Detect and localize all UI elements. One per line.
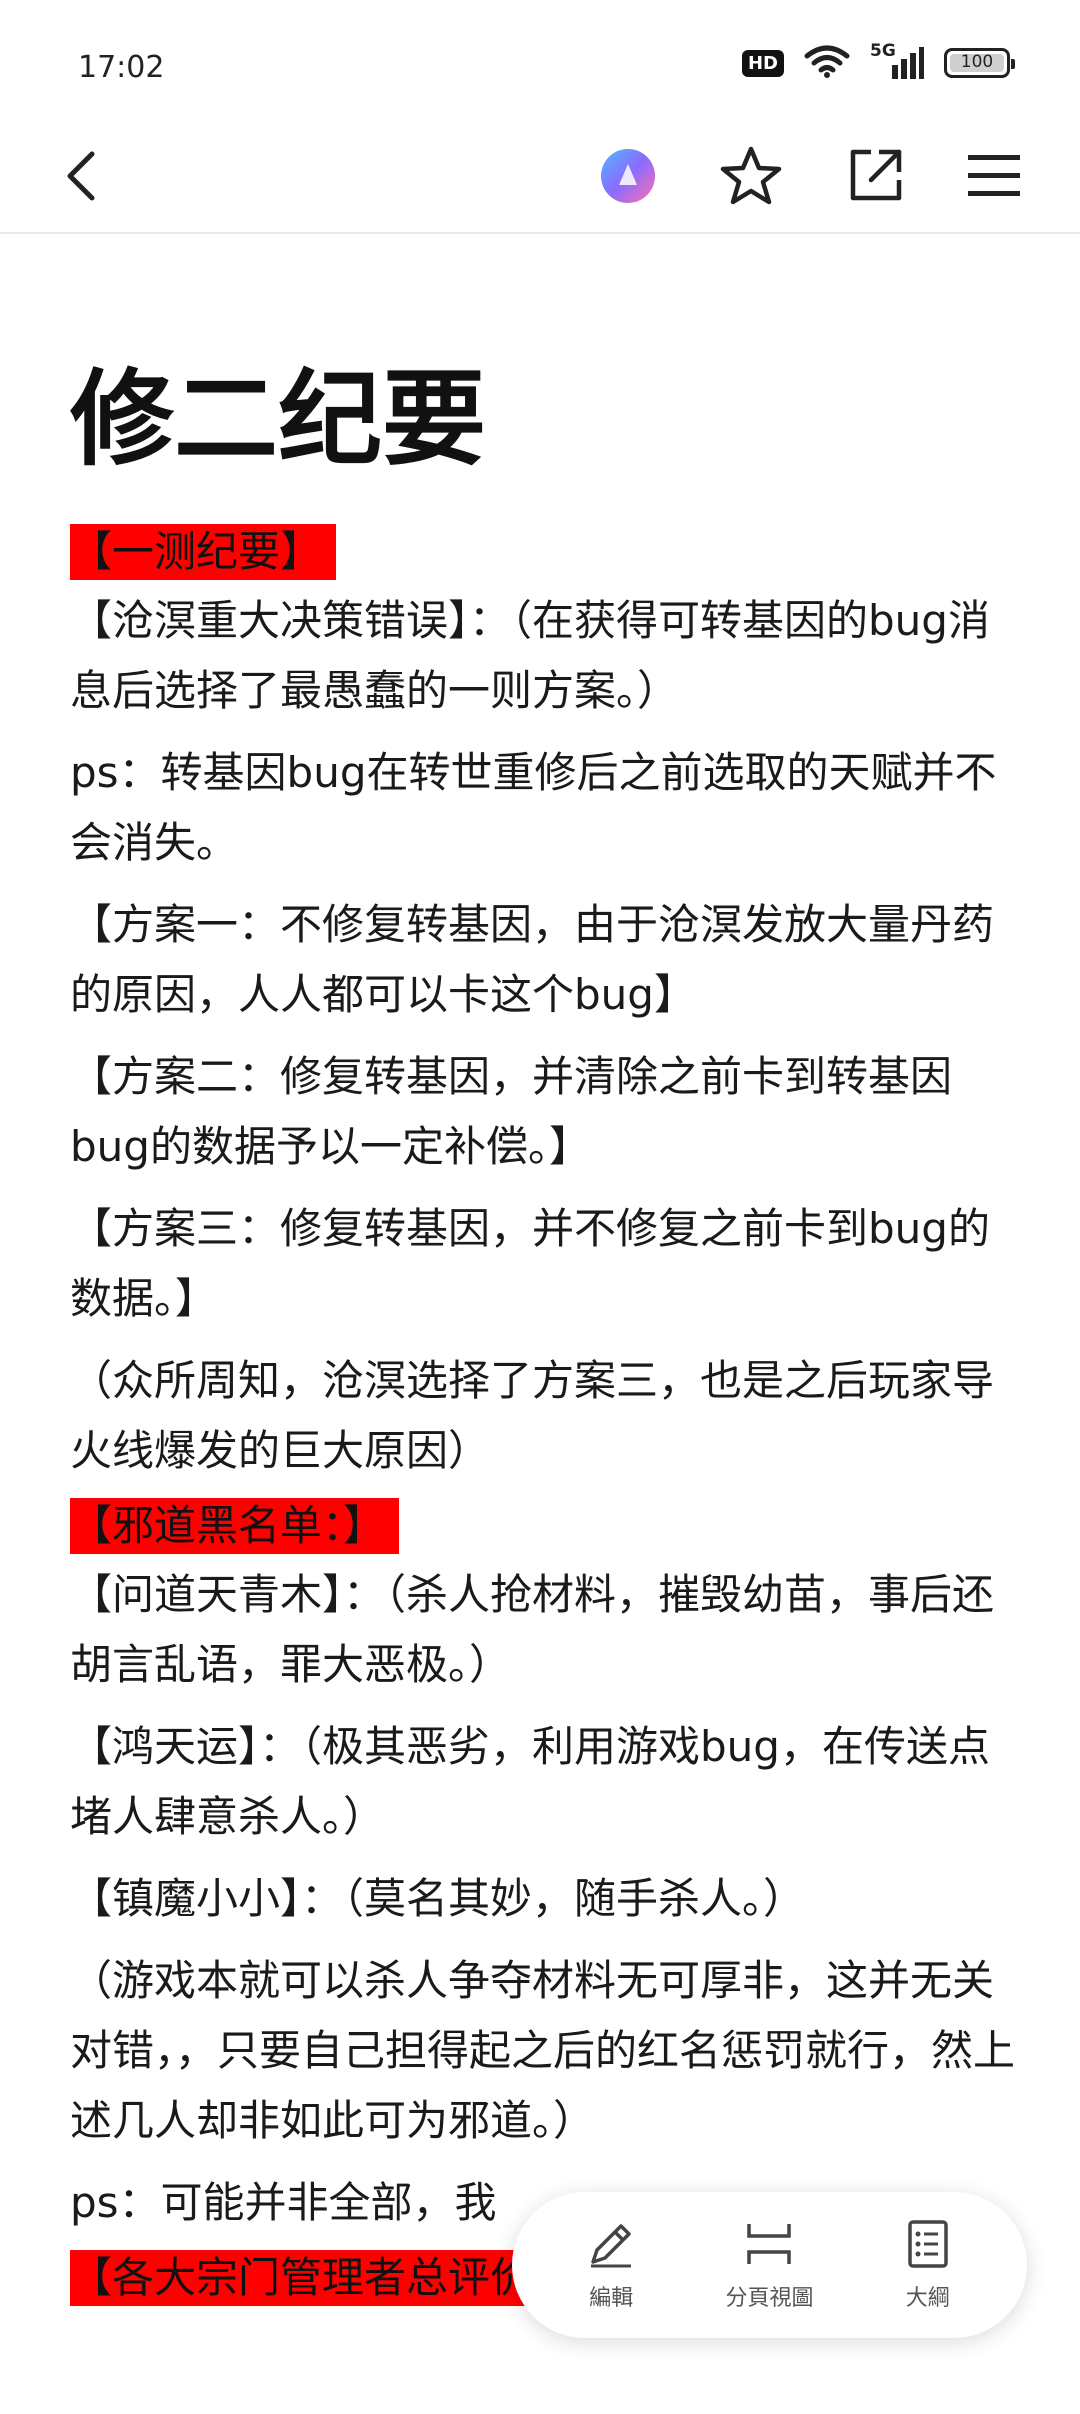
edit-button[interactable]: 編輯 [541, 2218, 681, 2312]
cellular-signal-icon: 5G [870, 41, 924, 81]
back-button[interactable] [50, 120, 110, 232]
wifi-icon [804, 44, 850, 82]
nav-bar [0, 120, 1080, 234]
paragraph: 【沧溟重大决策错误】：（在获得可转基因的bug消息后选择了最愚蠢的一则方案。） [70, 596, 990, 716]
status-icons: HD 5G 100 [741, 41, 1015, 82]
battery-icon: 100 [944, 48, 1015, 78]
paragraph: （游戏本就可以杀人争夺材料无可厚非，这并无关对错，，只要自己担得起之后的红名惩罚… [70, 1956, 1016, 2146]
split-view-icon [747, 2224, 792, 2264]
outline-label: 大綱 [905, 2286, 950, 2311]
page-title: 修二纪要 [70, 358, 487, 480]
paragraph: 【方案二：修复转基因，并清除之前卡到转基因bug的数据予以一定补偿。】 [70, 1052, 953, 1172]
pencil-icon [591, 2224, 632, 2268]
split-view-button[interactable]: 分頁視圖 [699, 2218, 839, 2312]
paragraph: 【问道天青木】：（杀人抢材料，摧毁幼苗，事后还胡言乱语，罪大恶极。） [70, 1570, 995, 1690]
paragraph: （众所周知，沧溟选择了方案三，也是之后玩家导火线爆发的巨大原因） [70, 1356, 995, 1476]
external-link-icon [850, 149, 902, 201]
section-heading-wrap: 【一测纪要】 [70, 524, 1020, 586]
paragraph: 【方案一：不修复转基因，由于沧溟发放大量丹药的原因，人人都可以卡这个bug】 [70, 900, 995, 1020]
chevron-left-icon [67, 151, 95, 201]
outline-list-icon [908, 2220, 948, 2268]
favorite-button[interactable] [716, 120, 786, 232]
article: 修二纪要 【一测纪要】【沧溟重大决策错误】：（在获得可转基因的bug消息后选择了… [70, 232, 1020, 2312]
article-body: 【一测纪要】【沧溟重大决策错误】：（在获得可转基因的bug消息后选择了最愚蠢的一… [70, 524, 1020, 2312]
battery-percent: 100 [960, 52, 994, 72]
menu-icon [968, 155, 1020, 196]
status-time: 17:02 [78, 50, 165, 85]
outline-button[interactable]: 大綱 [858, 2218, 998, 2312]
paragraph: 【方案三：修复转基因，并不修复之前卡到bug的数据。】 [70, 1204, 990, 1324]
menu-button[interactable] [962, 120, 1026, 232]
edit-label: 編輯 [589, 2286, 634, 2311]
status-bar: 17:02 HD 5G 100 [0, 0, 1080, 120]
section-heading: 【一测纪要】 [70, 524, 337, 581]
assistant-orb-icon [601, 149, 655, 203]
paragraph: 【鸿天运】：（极其恶劣，利用游戏bug，在传送点堵人肆意杀人。） [70, 1722, 990, 1842]
split-view-label: 分頁視圖 [725, 2286, 814, 2311]
star-icon [720, 146, 782, 205]
section-heading: 【邪道黑名单：】 [70, 1498, 400, 1555]
section-heading-wrap: 【邪道黑名单：】 [70, 1498, 1020, 1560]
assistant-button[interactable] [596, 120, 660, 232]
paragraph: ps：转基因bug在转世重修后之前选取的天赋并不会消失。 [70, 748, 997, 868]
share-button[interactable] [840, 120, 910, 232]
floating-toolbar: 編輯 分頁視圖 大綱 [512, 2192, 1027, 2338]
paragraph: 【镇魔小小】：（莫名其妙，随手杀人。） [70, 1874, 806, 1924]
hd-badge: HD [741, 49, 784, 77]
